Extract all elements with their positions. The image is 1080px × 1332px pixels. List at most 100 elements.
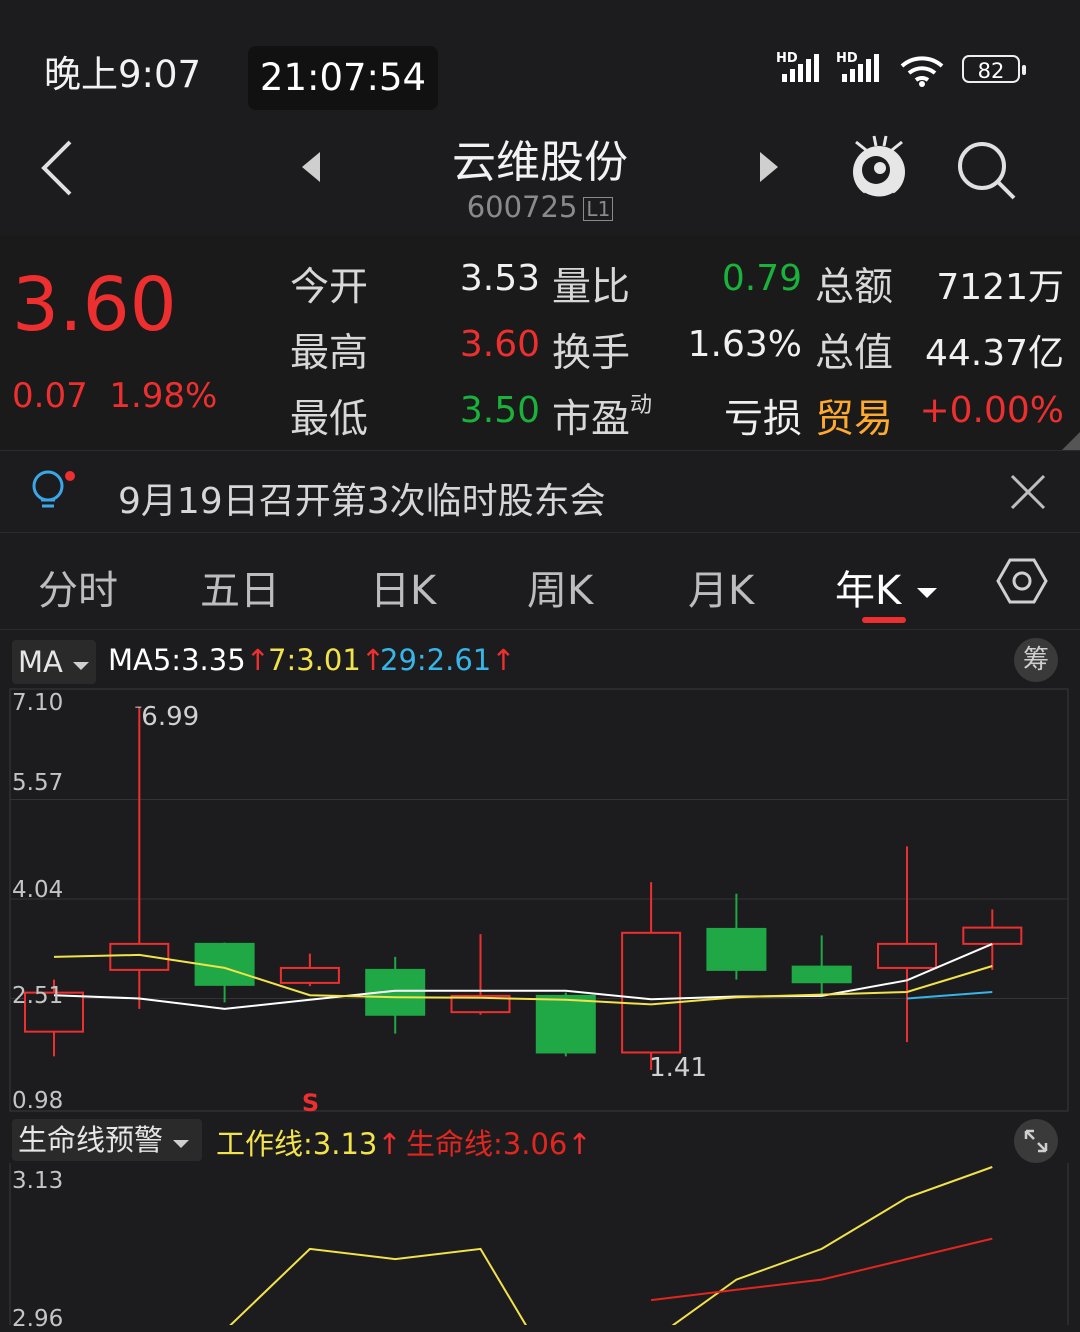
status-time: 晚上9:07 [44, 53, 202, 96]
volume-ratio-label: 量比 [552, 265, 631, 310]
change-percent: 1.98% [109, 376, 218, 416]
chevron-down-icon [916, 588, 937, 598]
collapse-corner-icon[interactable] [1062, 432, 1080, 450]
candle-body [791, 965, 852, 984]
lightbulb-icon [32, 470, 75, 508]
tab-week-k[interactable]: 周K [527, 558, 593, 616]
life-line-value: 3.06 [502, 1127, 568, 1161]
low-value: 3.50 [459, 390, 540, 431]
candle-body [962, 926, 1023, 945]
up-arrow-icon: ↑ [491, 643, 516, 677]
candle-body [877, 942, 937, 969]
lifeline-chart[interactable] [0, 1163, 1080, 1325]
tab-five-day[interactable]: 五日 [200, 558, 280, 616]
y-tick-top: 7.10 [12, 690, 64, 716]
lifeline-dropdown[interactable]: 生命线预警 [12, 1119, 202, 1161]
volume-ratio-value: 0.79 [721, 258, 802, 299]
cell-signal-2-icon: HD [836, 51, 879, 82]
current-price: 3.60 [12, 262, 177, 348]
expand-icon [1024, 1129, 1048, 1153]
lifeline-dropdown-label: 生命线预警 [18, 1123, 164, 1157]
y-tick-4: 2.51 [12, 983, 64, 1009]
tab-month-k[interactable]: 月K [688, 558, 754, 616]
ma7-readout: 7:3.01↑ [268, 643, 385, 677]
ma29-label: 29: [380, 643, 427, 677]
hexagon-settings-icon[interactable] [996, 556, 1048, 606]
cell-signal-1-icon: HD [776, 51, 819, 82]
expand-button[interactable] [1014, 1119, 1058, 1163]
stock-name: 云维股份 [452, 137, 628, 188]
turnover-amount-label: 总额 [815, 265, 894, 310]
hd-label-2: HD [836, 51, 858, 66]
ma7-label: 7: [268, 643, 297, 677]
close-icon[interactable] [1008, 472, 1048, 512]
ma5-label: MA5: [108, 643, 182, 677]
work-line-value: 3.13 [312, 1127, 378, 1161]
life-line-label: 生命线: [406, 1127, 503, 1161]
high-value: 3.60 [459, 324, 540, 365]
max-price-label: 6.99 [141, 702, 199, 732]
candle-body [279, 966, 340, 984]
sell-marker: S [302, 1089, 319, 1113]
stock-code: 600725 L1 [0, 190, 1080, 224]
chip-distribution-button[interactable]: 筹 [1014, 638, 1058, 682]
ma-dropdown-label: MA [18, 645, 63, 679]
battery-indicator: 82 [962, 55, 1026, 83]
tab-intraday[interactable]: 分时 [38, 558, 118, 616]
candle-body [621, 931, 682, 1054]
tab-year-k-label: 年K [835, 568, 902, 614]
y-tick-3: 4.04 [12, 877, 64, 903]
ma-line-29 [906, 991, 993, 1000]
turnover-amount-value: 7121万 [936, 267, 1064, 308]
ma29-value: 2.61 [426, 643, 492, 677]
chevron-down-icon [173, 1140, 190, 1148]
search-icon[interactable] [954, 138, 1018, 202]
sector-change-value: +0.00% [919, 390, 1064, 431]
pe-dynamic-label: 市盈动 [552, 388, 652, 444]
market-cap-label: 总值 [815, 331, 894, 376]
notice-text[interactable]: 9月19日召开第3次临时股东会 [118, 472, 606, 524]
mascot-icon[interactable] [846, 132, 912, 204]
pe-dynamic-sup: 动 [630, 393, 653, 418]
tab-year-k[interactable]: 年K [835, 558, 938, 616]
candle-body [535, 994, 596, 1054]
next-stock-icon[interactable] [756, 150, 782, 184]
open-label: 今开 [290, 265, 369, 310]
work-line-label: 工作线: [216, 1127, 313, 1161]
turnover-rate-label: 换手 [552, 331, 631, 376]
work-line-readout: 工作线:3.13↑ [216, 1121, 402, 1163]
ma5-value: 3.35 [181, 643, 246, 677]
y-tick-2: 5.57 [12, 770, 64, 796]
up-arrow-icon: ↑ [567, 1127, 592, 1161]
y-tick-bottom: 0.98 [12, 1088, 64, 1114]
market-cap-value: 44.37亿 [924, 333, 1064, 374]
candle-body [706, 927, 767, 971]
ma29-readout: 29:2.61↑ [380, 643, 516, 677]
up-arrow-icon: ↑ [245, 643, 270, 677]
level-badge: L1 [583, 197, 614, 221]
sector-link[interactable]: 贸易 [815, 388, 893, 444]
change-amount: 0.07 [12, 376, 88, 416]
min-price-label: 1.41 [649, 1053, 707, 1083]
up-arrow-icon: ↑ [377, 1127, 402, 1161]
ma7-value: 3.01 [296, 643, 361, 677]
ma-dropdown[interactable]: MA [12, 640, 96, 684]
chevron-down-icon [73, 662, 90, 670]
high-label: 最高 [290, 331, 369, 376]
candle-body [109, 942, 170, 971]
candlestick-chart[interactable]: 6.99 1.41 S [0, 688, 1080, 1113]
wifi-icon [900, 56, 944, 87]
hd-label-1: HD [776, 51, 798, 66]
sub-y-tick-bottom: 2.96 [12, 1306, 64, 1332]
open-value: 3.53 [459, 258, 540, 299]
life-line-readout: 生命线:3.06↑ [406, 1121, 592, 1163]
pe-dynamic-value: 亏损 [723, 397, 802, 442]
active-tab-indicator [862, 617, 906, 623]
pe-label-text: 市盈 [552, 397, 631, 442]
ma5-readout: MA5:3.35↑ [108, 643, 270, 677]
turnover-rate-value: 1.63% [687, 324, 802, 365]
low-label: 最低 [290, 397, 369, 442]
stock-code-text: 600725 [466, 190, 578, 224]
clock-pill: 21:07:54 [248, 46, 438, 110]
tab-day-k[interactable]: 日K [370, 558, 436, 616]
